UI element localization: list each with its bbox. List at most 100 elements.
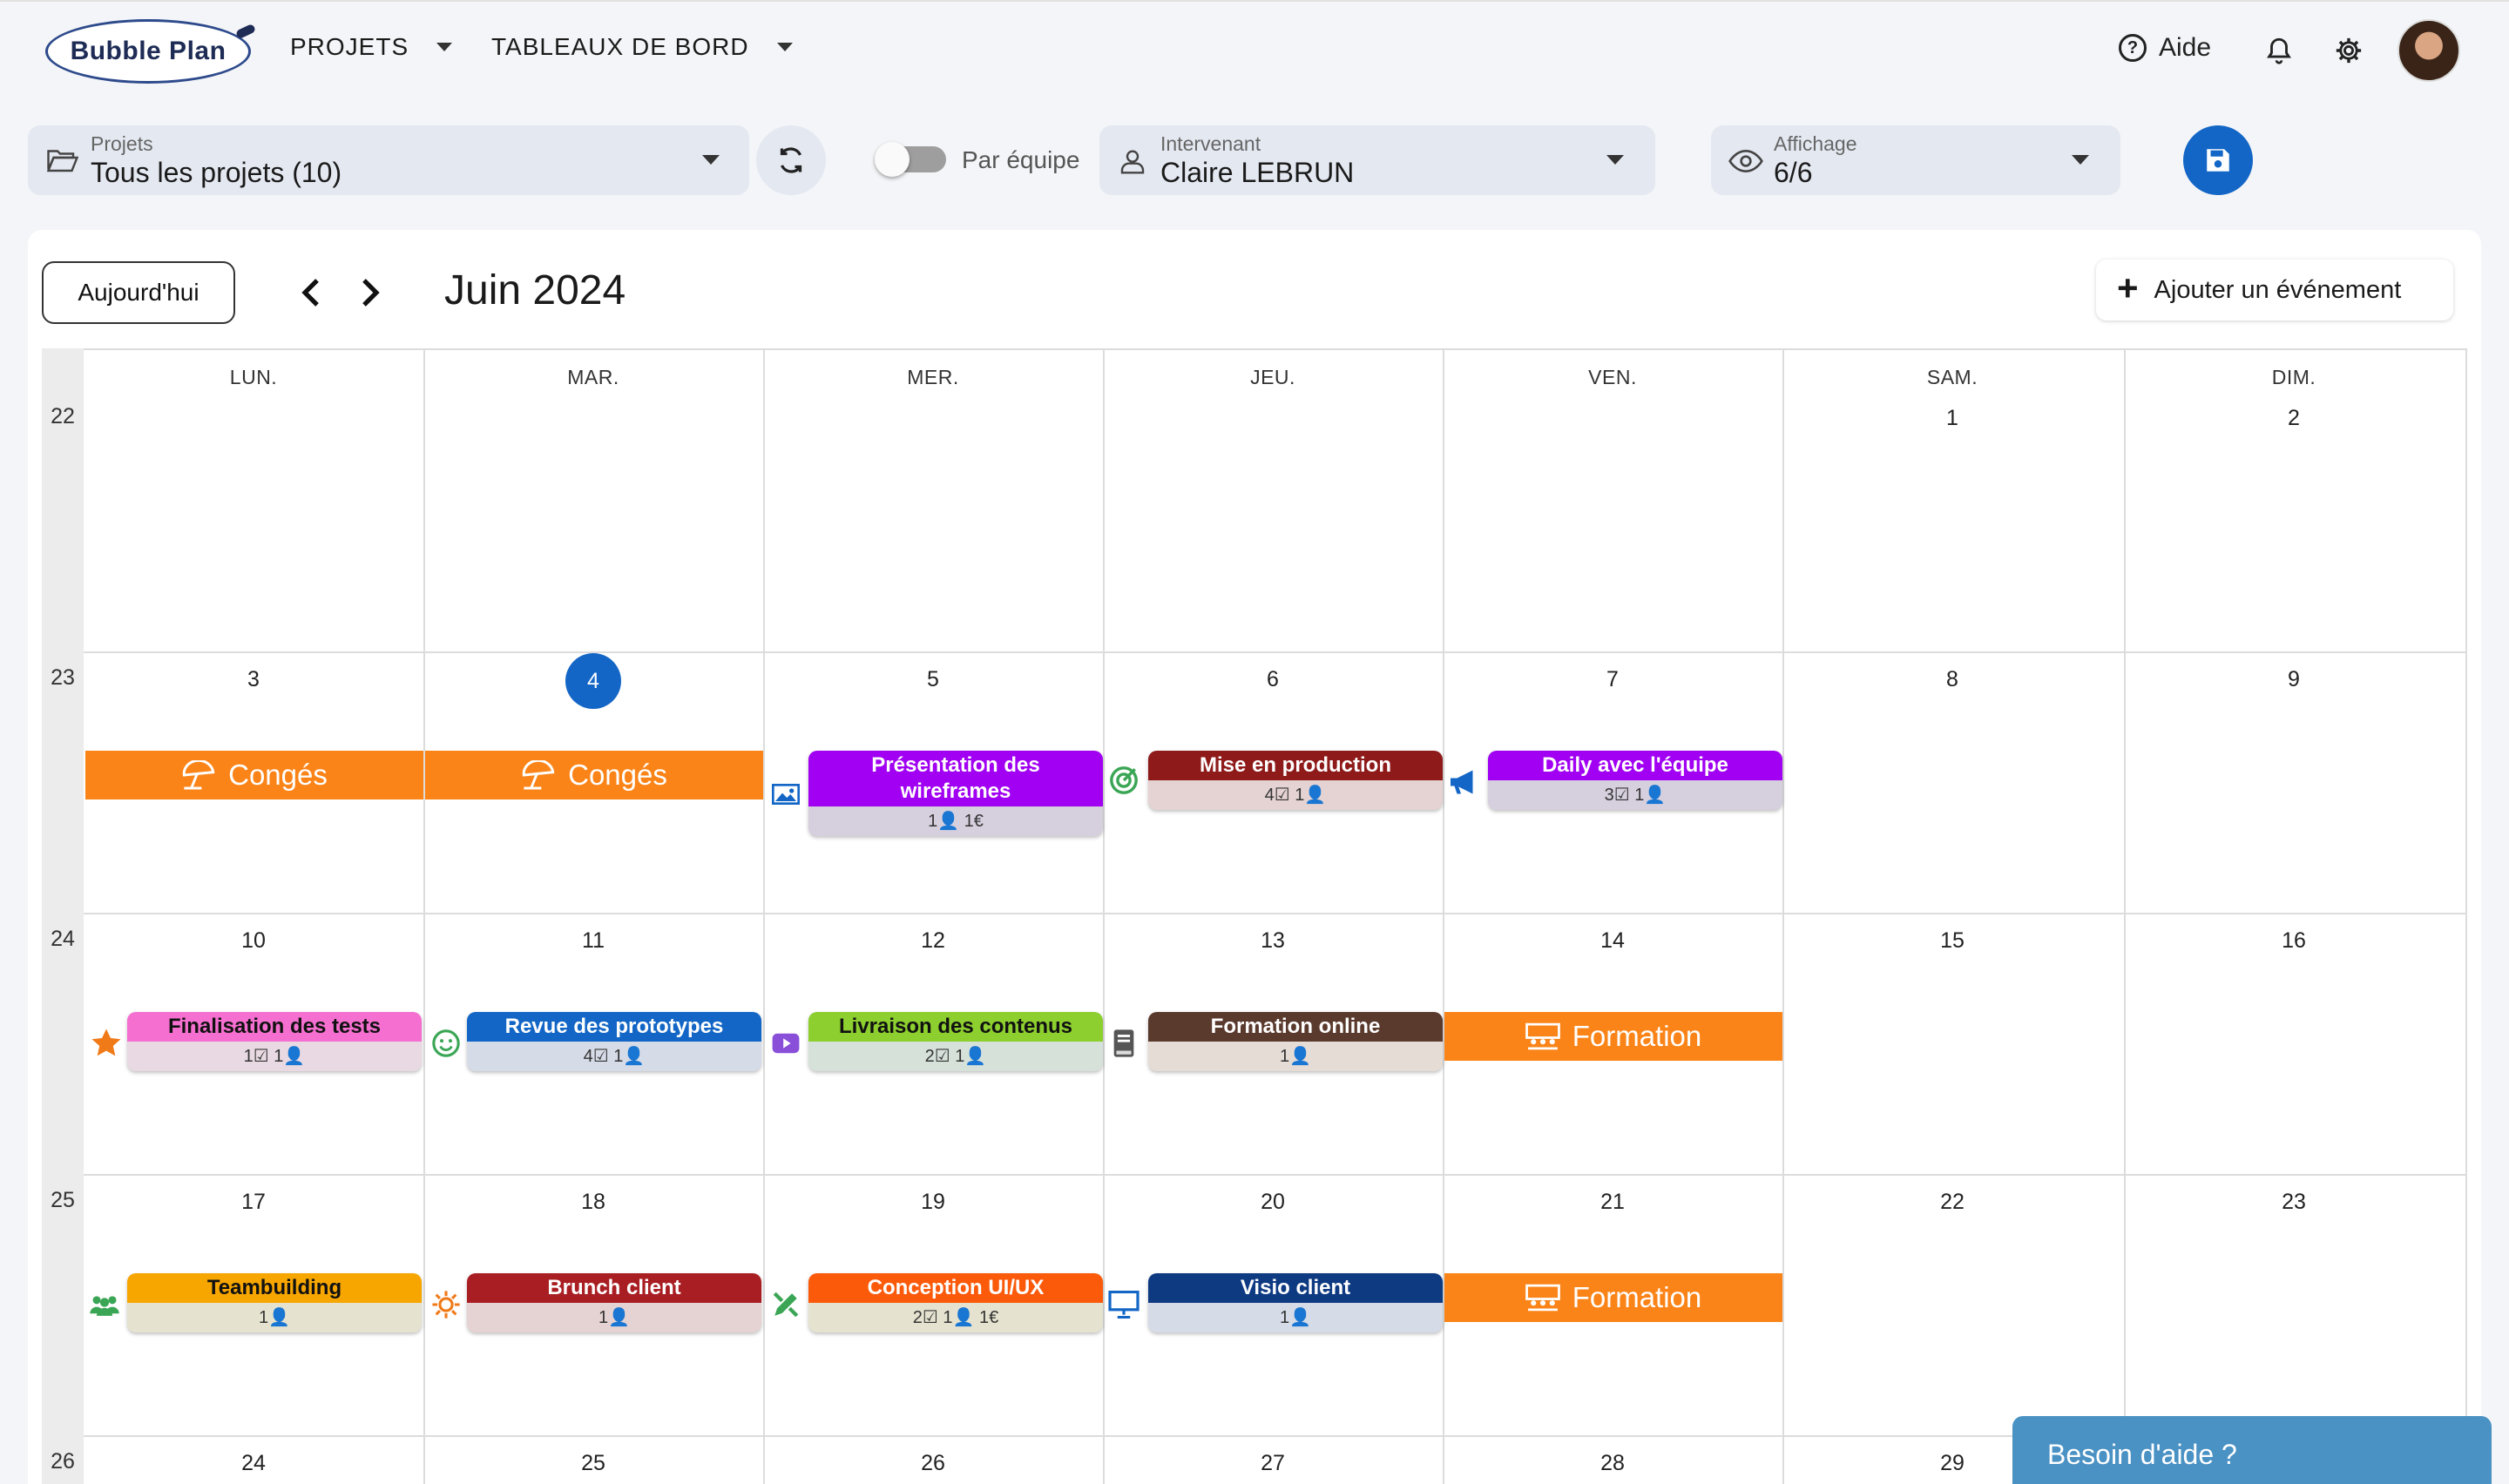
event-title: Mise en production — [1148, 751, 1443, 780]
grid-column-divider — [2465, 348, 2467, 1484]
folder-open-icon — [47, 150, 78, 172]
event-card[interactable]: Formation online 1👤 — [1148, 1012, 1443, 1071]
day-number[interactable]: 9 — [2124, 667, 2464, 692]
event-meta: 2☑ 1👤 — [924, 1047, 987, 1066]
event-card[interactable]: Brunch client 1👤 — [467, 1273, 761, 1332]
video-play-icon — [770, 1028, 801, 1059]
event-title: Teambuilding — [127, 1273, 422, 1303]
event-card[interactable]: Conception UI/UX 2☑ 1👤 1€ — [808, 1273, 1103, 1332]
target-icon — [1108, 765, 1140, 796]
event-card[interactable]: Teambuilding 1👤 — [127, 1273, 422, 1332]
display-filter-value: 6/6 — [1774, 157, 1813, 188]
assignee-filter-label: Intervenant — [1160, 132, 1261, 155]
day-number[interactable]: 11 — [423, 928, 763, 954]
chevron-down-icon — [436, 43, 453, 51]
week-number: 25 — [51, 1188, 75, 1212]
day-number[interactable]: 14 — [1443, 928, 1782, 954]
presentation-board-icon — [1525, 1284, 1560, 1312]
event-card[interactable]: Mise en production 4☑ 1👤 — [1148, 751, 1443, 810]
chevron-down-icon — [1606, 155, 1624, 165]
event-meta: 1👤 1€ — [928, 812, 984, 831]
bell-icon[interactable] — [2262, 33, 2296, 68]
user-avatar[interactable] — [2397, 19, 2460, 82]
day-header: LUN. — [229, 366, 278, 388]
design-tools-icon — [770, 1289, 801, 1320]
megaphone-icon — [1448, 766, 1479, 798]
projects-filter-label: Projets — [91, 132, 153, 155]
projects-filter-value: Tous les projets (10) — [91, 157, 342, 188]
day-number[interactable]: 8 — [1782, 667, 2122, 692]
app-logo[interactable]: Bubble Plan — [45, 19, 251, 84]
display-filter[interactable]: Affichage 6/6 — [1711, 125, 2120, 195]
month-title: Juin 2024 — [444, 267, 626, 314]
day-number[interactable]: 25 — [423, 1451, 763, 1476]
event-meta: 3☑ 1👤 — [1604, 786, 1667, 805]
day-number[interactable]: 5 — [763, 667, 1103, 692]
day-number[interactable]: 18 — [423, 1190, 763, 1215]
assignee-filter[interactable]: Intervenant Claire LEBRUN — [1099, 125, 1655, 195]
smiley-icon — [430, 1028, 462, 1059]
allday-event-formation[interactable]: Formation — [1444, 1273, 1782, 1322]
event-meta: 1👤 — [258, 1308, 291, 1327]
allday-event-conges[interactable]: Congés — [85, 751, 423, 799]
next-month-button[interactable] — [354, 273, 389, 312]
day-number[interactable]: 7 — [1443, 667, 1782, 692]
gear-icon[interactable] — [2331, 33, 2366, 68]
day-number[interactable]: 2 — [2124, 406, 2464, 431]
event-card[interactable]: Livraison des contenus 2☑ 1👤 — [808, 1012, 1103, 1071]
allday-event-conges[interactable]: Congés — [425, 751, 763, 799]
help-link[interactable]: ? Aide — [2119, 33, 2211, 63]
refresh-button[interactable] — [756, 125, 826, 195]
day-number[interactable]: 12 — [763, 928, 1103, 954]
day-number[interactable]: 16 — [2124, 928, 2464, 954]
day-number[interactable]: 1 — [1782, 406, 2122, 431]
nav-tableaux-menu[interactable]: TABLEAUX DE BORD — [491, 33, 793, 61]
beach-umbrella-icon — [522, 760, 555, 790]
today-date-badge[interactable]: 4 — [565, 653, 621, 709]
chevron-down-icon — [702, 155, 720, 165]
event-card[interactable]: Revue des prototypes 4☑ 1👤 — [467, 1012, 761, 1071]
day-number[interactable]: 28 — [1443, 1451, 1782, 1476]
day-number[interactable]: 15 — [1782, 928, 2122, 954]
previous-month-button[interactable] — [293, 273, 328, 312]
help-circle-icon: ? — [2119, 34, 2147, 62]
day-number[interactable]: 24 — [84, 1451, 423, 1476]
day-number[interactable]: 23 — [2124, 1190, 2464, 1215]
presentation-board-icon — [1525, 1022, 1560, 1050]
event-meta: 1👤 — [598, 1308, 631, 1327]
chevron-right-icon — [362, 279, 380, 307]
save-button[interactable] — [2183, 125, 2253, 195]
week-number: 24 — [51, 927, 75, 951]
team-toggle[interactable] — [875, 142, 946, 177]
help-chat-widget[interactable]: Besoin d'aide ? — [2012, 1416, 2492, 1484]
day-number[interactable]: 17 — [84, 1190, 423, 1215]
user-icon — [1120, 150, 1145, 174]
grid-column-divider — [763, 348, 765, 1484]
event-title: Livraison des contenus — [808, 1012, 1103, 1042]
day-number[interactable]: 10 — [84, 928, 423, 954]
event-title: Daily avec l'équipe — [1488, 751, 1782, 780]
day-number[interactable]: 19 — [763, 1190, 1103, 1215]
top-bar: Bubble Plan PROJETS TABLEAUX DE BORD ? A… — [0, 0, 2509, 98]
event-title: Formation online — [1148, 1012, 1443, 1042]
allday-event-formation[interactable]: Formation — [1444, 1012, 1782, 1061]
day-number[interactable]: 21 — [1443, 1190, 1782, 1215]
event-card[interactable]: Présentation des wireframes 1👤 1€ — [808, 751, 1103, 836]
projects-filter[interactable]: Projets Tous les projets (10) — [28, 125, 749, 195]
day-number[interactable]: 26 — [763, 1451, 1103, 1476]
event-meta: 1👤 — [1279, 1308, 1312, 1327]
chevron-left-icon — [301, 279, 319, 307]
event-card[interactable]: Finalisation des tests 1☑ 1👤 — [127, 1012, 422, 1071]
nav-projets-menu[interactable]: PROJETS — [290, 33, 453, 61]
day-number[interactable]: 6 — [1103, 667, 1443, 692]
chevron-down-icon — [776, 43, 793, 51]
day-number[interactable]: 13 — [1103, 928, 1443, 954]
today-button[interactable]: Aujourd'hui — [42, 261, 235, 324]
event-card[interactable]: Visio client 1👤 — [1148, 1273, 1443, 1332]
day-number[interactable]: 3 — [84, 667, 423, 692]
day-number[interactable]: 20 — [1103, 1190, 1443, 1215]
add-event-button[interactable]: + Ajouter un événement — [2096, 260, 2453, 320]
day-number[interactable]: 27 — [1103, 1451, 1443, 1476]
event-card[interactable]: Daily avec l'équipe 3☑ 1👤 — [1488, 751, 1782, 810]
day-number[interactable]: 22 — [1782, 1190, 2122, 1215]
